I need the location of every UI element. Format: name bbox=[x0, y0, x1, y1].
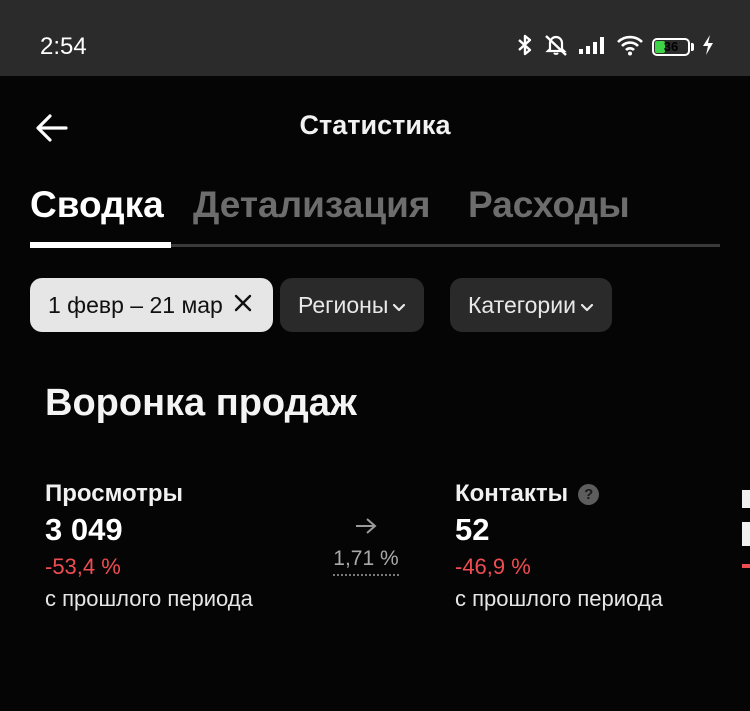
next-metric-clipped bbox=[742, 480, 750, 620]
signal-icon bbox=[578, 35, 608, 60]
conversion-value: 1,71 % bbox=[333, 547, 399, 576]
views-metric: Просмотры 3 049 -53,4 % с прошлого перио… bbox=[45, 480, 253, 612]
wifi-icon bbox=[616, 34, 644, 61]
categories-chip[interactable]: Категории bbox=[450, 278, 612, 332]
page-title: Статистика bbox=[299, 110, 451, 140]
views-value: 3 049 bbox=[45, 512, 123, 547]
contacts-period: с прошлого периода bbox=[455, 586, 663, 611]
views-change: -53,4 % bbox=[45, 554, 121, 579]
help-icon[interactable]: ? bbox=[578, 483, 600, 505]
tab-bar: Сводка Детализация Расходы bbox=[30, 180, 720, 250]
tab-summary[interactable]: Сводка bbox=[30, 184, 164, 226]
mute-icon bbox=[542, 33, 570, 62]
status-bar: 2:54 36 bbox=[0, 0, 750, 76]
arrow-right-icon bbox=[354, 518, 378, 540]
chevron-down-icon bbox=[388, 292, 406, 319]
views-period: с прошлого периода bbox=[45, 586, 253, 611]
funnel-title: Воронка продаж bbox=[45, 382, 357, 424]
regions-label: Регионы bbox=[298, 291, 389, 318]
date-range-label: 1 февр – 21 мар bbox=[48, 291, 223, 318]
status-icons: 36 bbox=[516, 34, 714, 60]
contacts-metric: Контакты ? 52 -46,9 % с прошлого периода bbox=[455, 480, 663, 612]
app-bar: Статистика bbox=[0, 76, 750, 180]
contacts-value: 52 bbox=[455, 512, 490, 547]
tab-details[interactable]: Детализация bbox=[193, 184, 430, 226]
conversion-rate[interactable]: 1,71 % bbox=[333, 516, 399, 576]
battery-icon: 36 bbox=[652, 38, 694, 56]
charging-icon bbox=[702, 34, 714, 61]
tab-expenses[interactable]: Расходы bbox=[468, 184, 630, 226]
chevron-down-icon bbox=[576, 292, 594, 319]
regions-chip[interactable]: Регионы bbox=[280, 278, 425, 332]
active-tab-indicator bbox=[30, 242, 171, 248]
status-time: 2:54 bbox=[40, 33, 87, 60]
contacts-change: -46,9 % bbox=[455, 554, 531, 579]
categories-label: Категории bbox=[468, 291, 576, 318]
bluetooth-icon bbox=[516, 33, 534, 62]
contacts-label-row: Контакты ? bbox=[455, 480, 663, 508]
close-icon[interactable] bbox=[223, 292, 253, 319]
views-label: Просмотры bbox=[45, 480, 184, 507]
contacts-label: Контакты bbox=[455, 480, 569, 507]
battery-level: 36 bbox=[663, 39, 679, 54]
date-range-chip[interactable]: 1 февр – 21 мар bbox=[30, 278, 273, 332]
